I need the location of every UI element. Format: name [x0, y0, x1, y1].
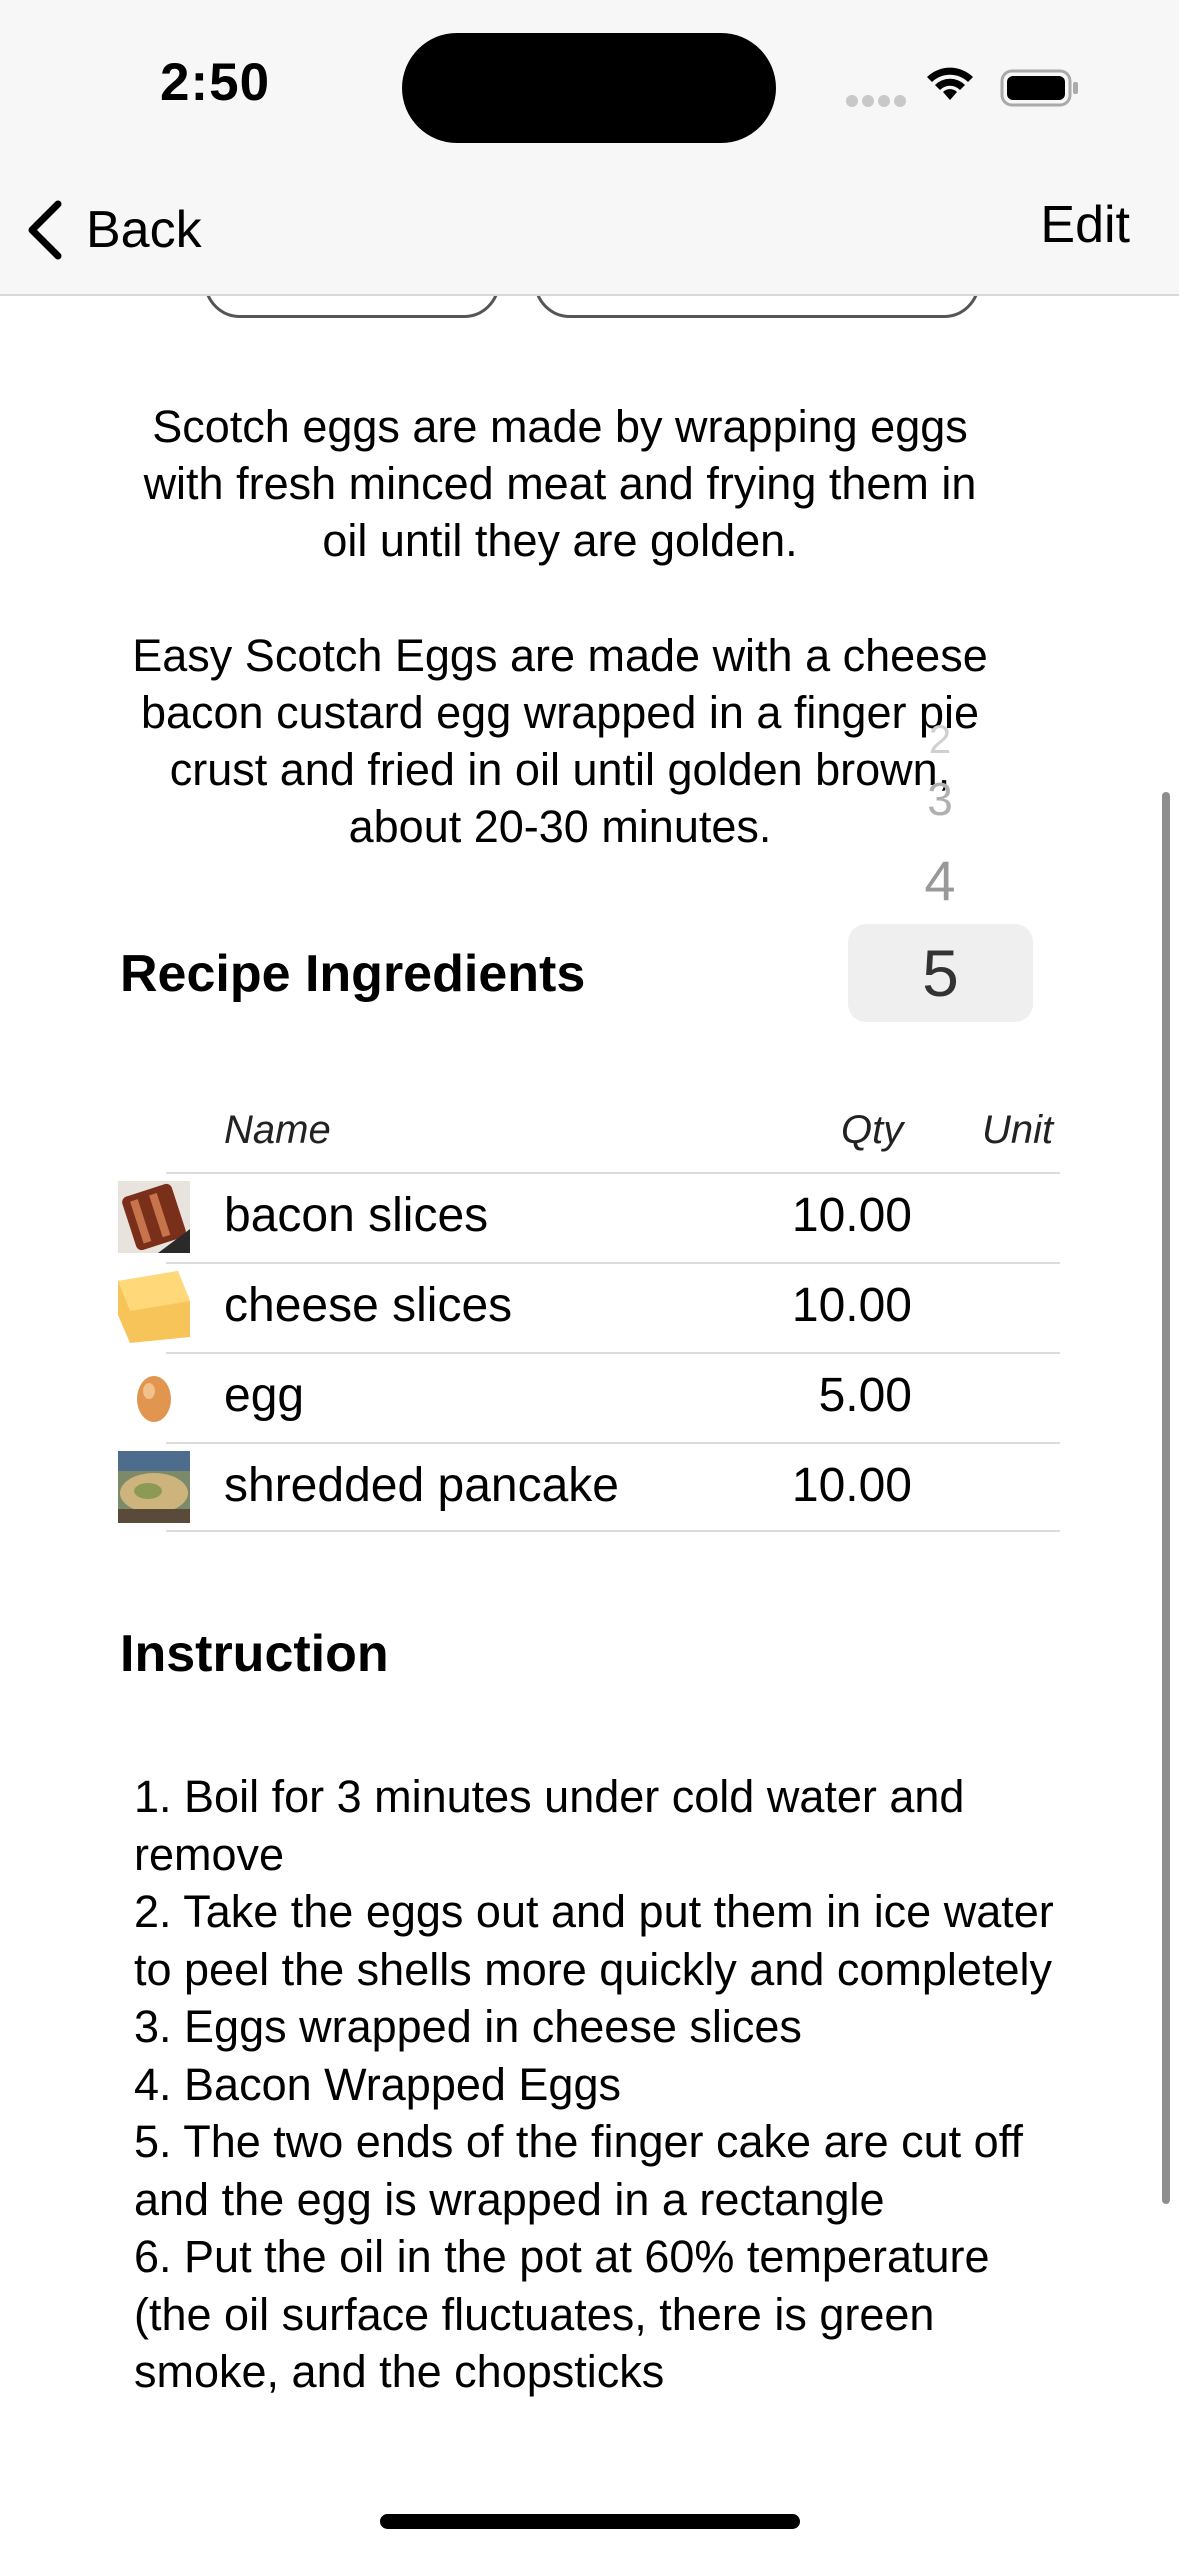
edit-button[interactable]: Edit: [1040, 195, 1130, 255]
table-header: Name Qty Unit: [118, 1090, 1060, 1172]
ingredients-table: Name Qty Unit bacon slices 10.00 cheese …: [118, 1090, 1060, 1532]
ingredient-qty: 10.00: [791, 1279, 912, 1332]
home-indicator[interactable]: [380, 2514, 800, 2529]
ingredient-name: bacon slices: [224, 1189, 489, 1242]
ingredient-qty: 5.00: [818, 1369, 912, 1422]
ingredient-qty: 10.00: [791, 1189, 912, 1242]
bacon-thumbnail: [118, 1181, 190, 1253]
servings-option[interactable]: 3: [920, 772, 960, 826]
back-button[interactable]: Back: [24, 190, 202, 270]
scroll-indicator[interactable]: [1162, 792, 1170, 2204]
egg-thumbnail: [118, 1361, 190, 1433]
ingredient-qty: 10.00: [791, 1459, 912, 1512]
servings-picker[interactable]: 5: [848, 924, 1033, 1022]
table-row[interactable]: shredded pancake 10.00: [118, 1442, 1060, 1532]
ingredient-name: egg: [224, 1369, 305, 1422]
back-label: Back: [86, 201, 202, 259]
dynamic-island: [402, 33, 776, 143]
navigation-bar: 2:50 Back Edit: [0, 0, 1179, 296]
servings-option[interactable]: 2: [920, 718, 960, 763]
battery-icon: [1000, 68, 1080, 113]
column-qty: Qty: [841, 1108, 904, 1152]
table-row[interactable]: egg 5.00: [118, 1352, 1060, 1442]
chevron-left-icon: [28, 200, 62, 260]
cheese-thumbnail: [118, 1271, 190, 1343]
table-row[interactable]: bacon slices 10.00: [118, 1172, 1060, 1262]
wifi-icon: [925, 64, 975, 109]
column-name: Name: [224, 1108, 331, 1152]
ingredient-name: cheese slices: [224, 1279, 513, 1332]
table-row[interactable]: cheese slices 10.00: [118, 1262, 1060, 1352]
recipe-description-2: Easy Scotch Eggs are made with a cheese …: [132, 630, 988, 852]
status-time: 2:50: [160, 53, 271, 112]
pancake-thumbnail: [118, 1451, 190, 1523]
ingredient-name: shredded pancake: [224, 1459, 619, 1512]
ingredients-title: Recipe Ingredients: [120, 945, 586, 1003]
instruction-title: Instruction: [120, 1625, 389, 1683]
instruction-text: 1. Boil for 3 minutes under cold water a…: [134, 1771, 1054, 2397]
recipe-description-1: Scotch eggs are made by wrapping eggs wi…: [143, 401, 977, 566]
column-unit: Unit: [982, 1108, 1054, 1152]
cellular-signal-icon: [846, 94, 910, 112]
servings-option[interactable]: 4: [920, 848, 960, 913]
